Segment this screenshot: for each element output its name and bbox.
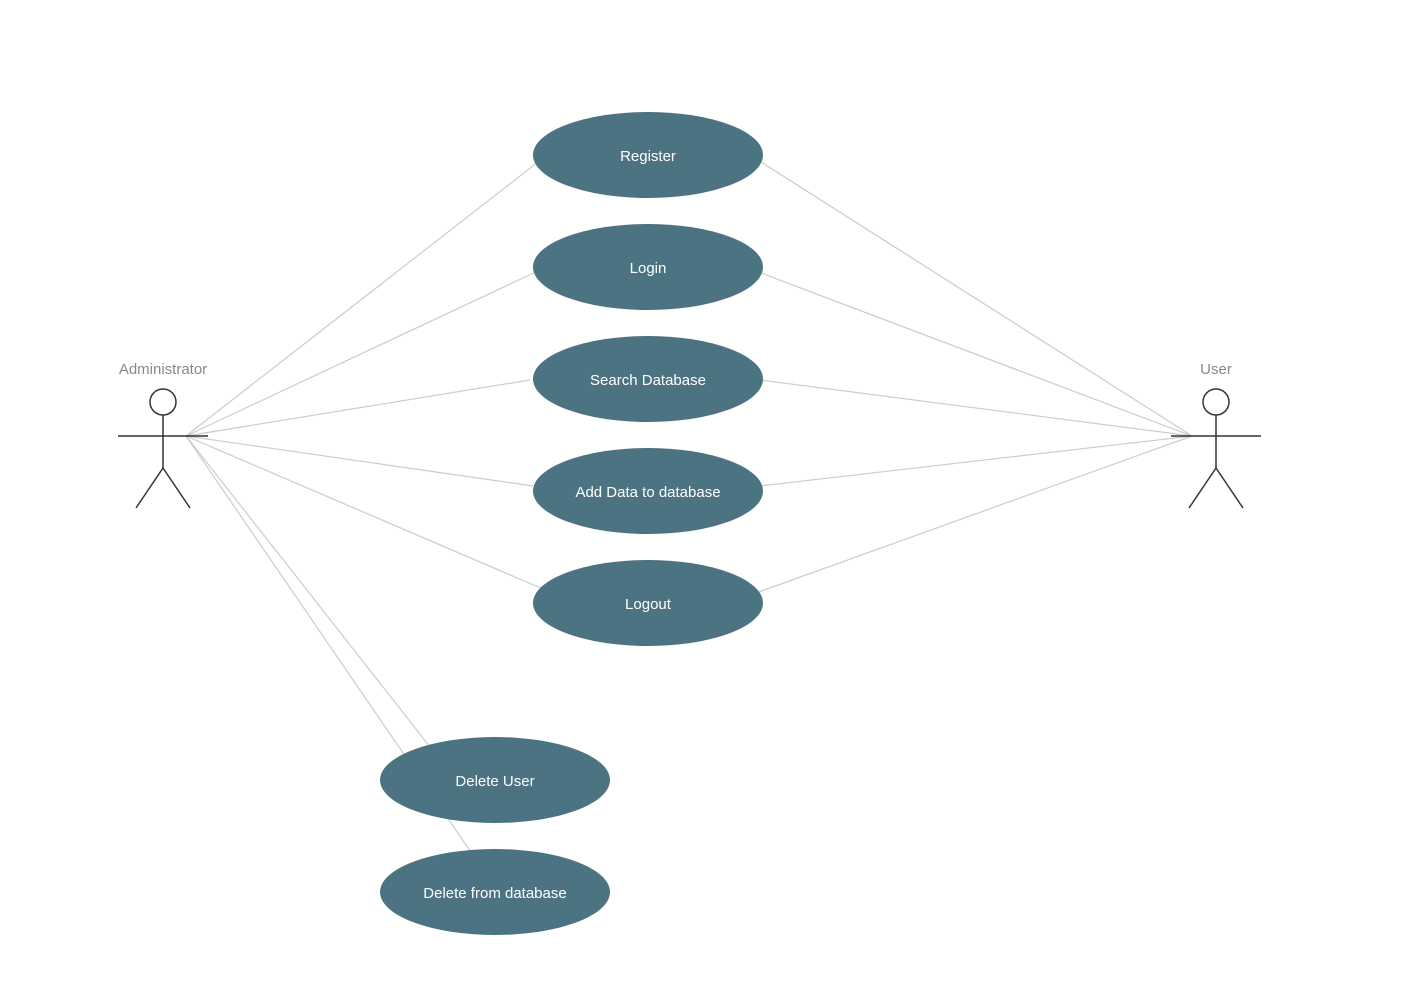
usecase-logout: Logout (533, 560, 763, 646)
usecase-register-label: Register (620, 148, 676, 165)
usecase-logout-label: Logout (625, 596, 672, 613)
connector-user-login (753, 270, 1192, 436)
usecase-search-database: Search Database (533, 336, 763, 422)
connector-admin-search-db (186, 380, 530, 436)
connector-user-add-data (760, 436, 1192, 486)
actor-user-icon (1171, 389, 1261, 508)
usecase-delete-user-label: Delete User (455, 773, 534, 790)
usecase-login-label: Login (630, 260, 667, 277)
connector-admin-login (186, 270, 540, 436)
usecase-delete-from-db-label: Delete from database (423, 885, 566, 902)
connector-user-register (750, 155, 1192, 436)
connector-admin-logout (186, 436, 557, 595)
usecase-search-database-label: Search Database (590, 372, 706, 389)
usecase-login: Login (533, 224, 763, 310)
actor-user-label: User (1200, 361, 1232, 378)
usecase-add-data-label: Add Data to database (575, 484, 720, 501)
connector-admin-add-data (186, 436, 533, 486)
connector-admin-register (186, 155, 547, 436)
usecase-add-data: Add Data to database (533, 448, 763, 534)
usecase-register: Register (533, 112, 763, 198)
connector-user-search-db (760, 380, 1192, 436)
usecase-delete-from-db: Delete from database (380, 849, 610, 935)
actor-administrator-label: Administrator (119, 361, 207, 378)
usecase-delete-user: Delete User (380, 737, 610, 823)
connector-user-logout (742, 436, 1192, 598)
connector-admin-delete-user (186, 436, 445, 766)
